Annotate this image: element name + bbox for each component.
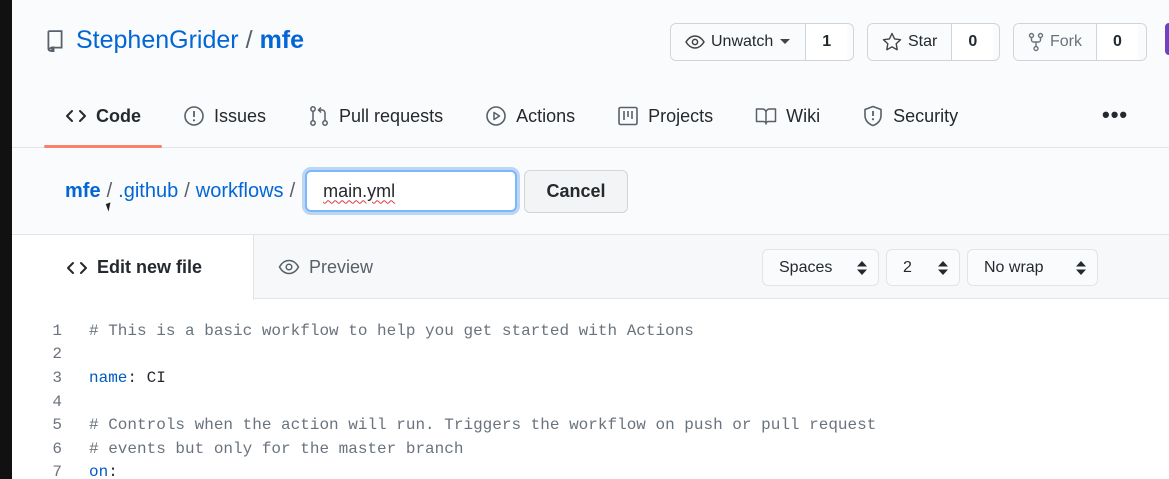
breadcrumb-separator: /	[184, 179, 190, 202]
select-arrows-icon	[857, 260, 867, 275]
line-number: 4	[52, 392, 62, 411]
line-content: # Controls when the action will run. Tri…	[89, 416, 877, 435]
tab-issues-label: Issues	[214, 105, 267, 126]
watch-button-group: Unwatch 1	[670, 23, 854, 61]
fork-button[interactable]: Fork	[1014, 24, 1097, 60]
line-content: # events but only for the master branch	[89, 439, 464, 458]
line-content: on:	[62, 463, 118, 479]
eye-icon	[685, 35, 705, 49]
pull-request-icon	[310, 106, 328, 126]
code-line: 6 # events but only for the master branc…	[12, 437, 876, 461]
breadcrumb-github-link[interactable]: .github	[118, 180, 178, 203]
stars-count[interactable]: 0	[952, 24, 994, 60]
file-editor: Edit new file Preview Spaces 2 No wrap 1	[12, 234, 1169, 479]
tab-preview[interactable]: Preview	[254, 235, 373, 299]
tab-edit-new-file[interactable]: Edit new file	[12, 235, 254, 300]
select-arrows-icon	[938, 260, 948, 275]
breadcrumb-separator: /	[289, 179, 296, 202]
indent-size-select[interactable]: 2	[886, 249, 960, 286]
tab-pull-requests[interactable]: Pull requests	[287, 92, 464, 140]
tab-security-label: Security	[893, 105, 959, 126]
unwatch-button[interactable]: Unwatch	[671, 24, 807, 60]
project-icon	[618, 106, 638, 126]
line-number: 3	[52, 368, 62, 387]
wrap-mode-value: No wrap	[984, 258, 1044, 276]
tab-code[interactable]: Code	[44, 92, 162, 148]
line-number: 6	[52, 439, 62, 458]
yaml-value: : CI	[127, 368, 166, 387]
issue-icon	[184, 106, 204, 126]
star-button-group: Star 0	[867, 23, 1000, 61]
more-menu-button[interactable]: •••	[1102, 102, 1128, 128]
code-line: 4	[12, 390, 876, 414]
yaml-key: name	[89, 368, 128, 387]
play-icon	[486, 106, 506, 126]
tab-actions-label: Actions	[516, 105, 576, 126]
code-icon	[66, 110, 86, 122]
repo-separator: /	[245, 26, 253, 54]
wrap-mode-select[interactable]: No wrap	[967, 249, 1098, 286]
repo-name-link[interactable]: mfe	[260, 26, 304, 55]
chevron-down-icon	[780, 39, 791, 44]
indent-mode-value: Spaces	[779, 258, 833, 276]
tab-issues[interactable]: Issues	[162, 92, 287, 140]
line-content: # This is a basic workflow to help you g…	[89, 321, 694, 340]
line-number: 1	[52, 321, 62, 340]
code-line: 7 on:	[12, 461, 876, 479]
breadcrumb-workflows-link[interactable]: workflows	[196, 180, 284, 203]
repo-title: StephenGrider / mfe	[46, 26, 304, 55]
breadcrumb-separator: /	[106, 179, 113, 202]
tab-projects-label: Projects	[648, 105, 714, 126]
repo-header: StephenGrider / mfe Unwatch 1 Star 0 For…	[12, 0, 1169, 148]
cancel-button[interactable]: Cancel	[524, 170, 628, 213]
code-area[interactable]: 1 # This is a basic workflow to help you…	[12, 319, 876, 479]
star-label: Star	[908, 33, 938, 50]
repo-nav-tabs: Code Issues Pull requests Actions Projec…	[44, 92, 979, 148]
star-button[interactable]: Star	[868, 24, 953, 60]
indent-size-value: 2	[903, 258, 912, 276]
code-line: 1 # This is a basic workflow to help you…	[12, 319, 876, 343]
watchers-count[interactable]: 1	[806, 24, 848, 60]
tab-edit-label: Edit new file	[97, 257, 203, 277]
code-line: 3 name: CI	[12, 366, 876, 390]
fork-label: Fork	[1050, 33, 1082, 50]
line-content: name: CI	[62, 369, 166, 387]
book-icon	[755, 108, 777, 125]
sponsor-button-edge[interactable]	[1165, 23, 1169, 55]
indent-mode-select[interactable]: Spaces	[762, 249, 879, 286]
tab-wiki[interactable]: Wiki	[734, 92, 841, 140]
fork-button-group: Fork 0	[1013, 23, 1147, 61]
editor-tabbar: Edit new file Preview Spaces 2 No wrap	[12, 235, 1169, 300]
tab-actions[interactable]: Actions	[464, 92, 596, 140]
code-icon	[67, 261, 87, 274]
tab-preview-label: Preview	[309, 256, 374, 277]
line-number: 7	[52, 463, 62, 479]
eye-icon	[278, 259, 300, 275]
fork-icon	[1028, 32, 1044, 52]
tab-code-label: Code	[96, 105, 141, 126]
repo-owner-link[interactable]: StephenGrider	[76, 26, 239, 55]
filename-input[interactable]: main.yml	[305, 170, 518, 212]
select-arrows-icon	[1076, 260, 1086, 275]
tab-security[interactable]: Security	[841, 92, 979, 140]
line-number: 5	[52, 416, 62, 435]
yaml-key: on	[89, 463, 109, 479]
breadcrumb-repo-link[interactable]: mfe	[65, 180, 101, 203]
tab-projects[interactable]: Projects	[596, 92, 734, 140]
unwatch-label: Unwatch	[711, 33, 774, 50]
breadcrumb: mfe / .github / workflows / main.yml	[65, 170, 518, 212]
star-icon	[882, 32, 902, 51]
code-line: 2	[12, 343, 876, 367]
repo-icon	[47, 29, 63, 52]
line-number: 2	[52, 345, 62, 364]
code-line: 5 # Controls when the action will run. T…	[12, 413, 876, 437]
filename-value: main.yml	[323, 180, 396, 201]
forks-count[interactable]: 0	[1097, 24, 1138, 60]
shield-icon	[864, 105, 882, 127]
yaml-value: :	[108, 463, 118, 479]
tab-wiki-label: Wiki	[786, 105, 821, 126]
github-page: StephenGrider / mfe Unwatch 1 Star 0 For…	[12, 0, 1169, 479]
tab-pull-requests-label: Pull requests	[339, 105, 444, 126]
